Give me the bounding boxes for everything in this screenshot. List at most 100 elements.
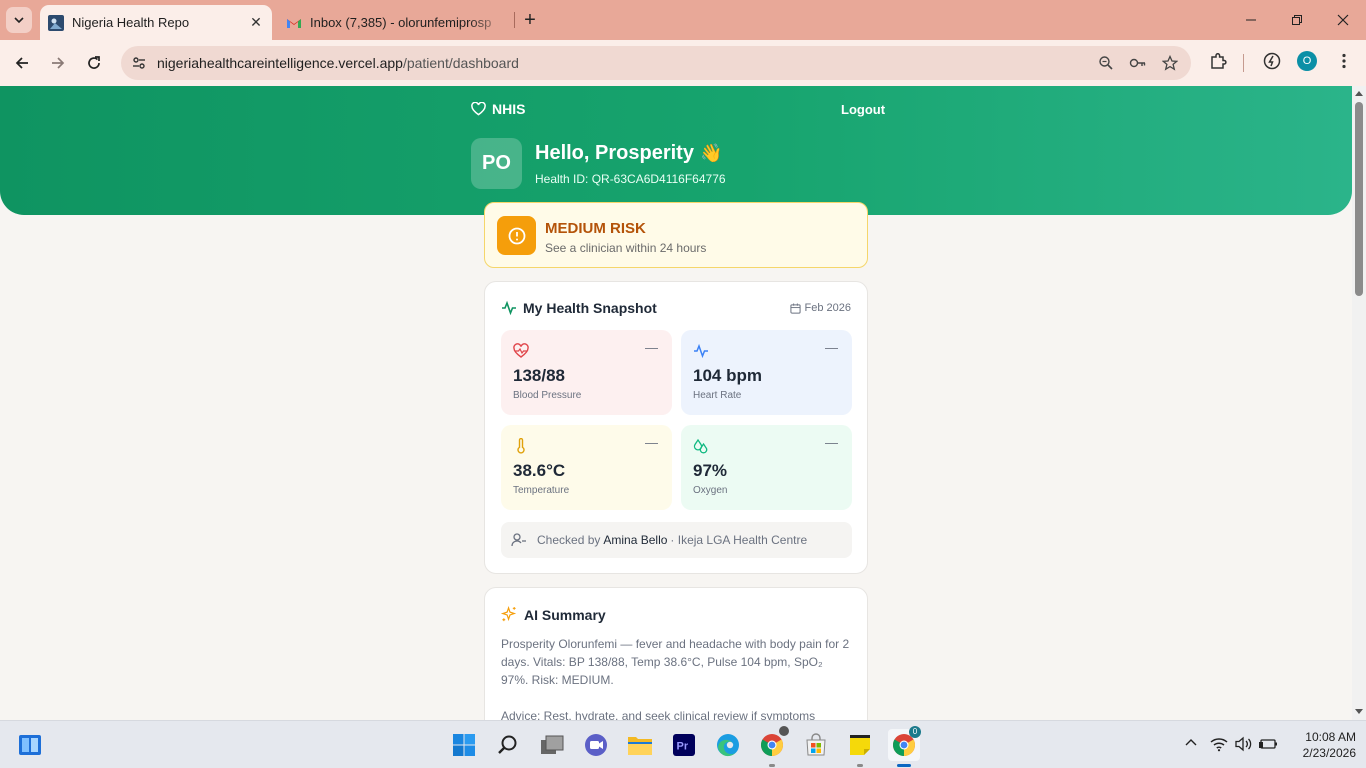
page-title: Hello, Prosperity 👋 bbox=[535, 142, 722, 165]
profile-button[interactable]: O bbox=[1297, 51, 1317, 71]
edge-browser-icon bbox=[717, 734, 739, 757]
extensions-button[interactable] bbox=[1208, 51, 1228, 71]
file-explorer-button[interactable] bbox=[624, 729, 656, 761]
vital-blood-pressure[interactable]: — 138/88 Blood Pressure bbox=[501, 330, 672, 415]
plus-icon: + bbox=[524, 8, 536, 31]
vital-heart-rate[interactable]: — 104 bpm Heart Rate bbox=[681, 330, 852, 415]
chrome-active-button[interactable]: 0 bbox=[888, 726, 921, 767]
snapshot-title: My Health Snapshot bbox=[523, 300, 657, 316]
close-icon[interactable]: ✕ bbox=[246, 13, 266, 33]
tab-title: Inbox (7,385) - olorunfemiprosp bbox=[310, 15, 492, 30]
arrow-left-icon bbox=[15, 57, 28, 69]
health-centre: · Ikeja LGA Health Centre bbox=[670, 533, 808, 547]
notification-badge: 0 bbox=[909, 726, 921, 738]
vital-temperature[interactable]: — 38.6°C Temperature bbox=[501, 425, 672, 510]
sparkles-icon bbox=[501, 606, 517, 622]
scroll-thumb[interactable] bbox=[1355, 102, 1363, 296]
tab-gmail-inbox[interactable]: Inbox (7,385) - olorunfemiprosp bbox=[278, 5, 508, 40]
vital-value: 97% bbox=[693, 461, 728, 480]
avatar: O bbox=[1297, 51, 1317, 71]
chrome-icon bbox=[761, 734, 783, 756]
performance-button[interactable] bbox=[1262, 51, 1282, 71]
clock-date: 2/23/2026 bbox=[1302, 746, 1356, 760]
teams-button[interactable] bbox=[580, 729, 612, 761]
browser-toolbar: nigeriahealthcareintelligence.vercel.app… bbox=[0, 40, 1366, 86]
tab-nigeria-health[interactable]: Nigeria Health Repo ✕ bbox=[40, 5, 272, 40]
restore-icon bbox=[1292, 15, 1302, 25]
brand-logo[interactable]: NHIS bbox=[471, 101, 525, 117]
task-view-button[interactable] bbox=[536, 729, 568, 761]
reload-button[interactable] bbox=[80, 49, 108, 77]
close-window-button[interactable] bbox=[1320, 0, 1366, 40]
checked-by-row: Checked by Amina Bello · Ikeja LGA Healt… bbox=[501, 522, 852, 558]
puzzle-icon bbox=[1211, 52, 1227, 69]
address-bar[interactable]: nigeriahealthcareintelligence.vercel.app… bbox=[121, 46, 1191, 80]
battery-status[interactable] bbox=[1258, 736, 1278, 752]
page-viewport: NHIS Logout PO Hello, Prosperity 👋 Health… bbox=[0, 86, 1352, 720]
sticky-note-icon bbox=[850, 735, 870, 755]
avatar: PO bbox=[471, 138, 522, 189]
restore-button[interactable] bbox=[1274, 0, 1320, 40]
alert-circle-icon bbox=[497, 216, 536, 255]
vital-label: Oxygen bbox=[693, 485, 728, 496]
chrome-profile-button[interactable] bbox=[756, 725, 790, 767]
summary-text: Prosperity Olorunfemi — fever and headac… bbox=[501, 637, 850, 687]
site-info-icon[interactable] bbox=[124, 48, 154, 78]
clock-time: 10:08 AM bbox=[1305, 730, 1356, 744]
taskbar-search-button[interactable] bbox=[492, 729, 524, 761]
network-status[interactable] bbox=[1210, 736, 1228, 752]
url-host: nigeriahealthcareintelligence.vercel.app bbox=[157, 55, 403, 71]
forward-button[interactable] bbox=[44, 49, 72, 77]
trend-indicator: — bbox=[825, 435, 838, 450]
page-scrollbar[interactable] bbox=[1352, 86, 1366, 720]
card-title: My Health Snapshot bbox=[501, 300, 657, 316]
premiere-pro-button[interactable]: Pr bbox=[668, 729, 700, 761]
speaker-icon bbox=[1235, 736, 1252, 752]
folder-icon bbox=[628, 737, 652, 755]
system-clock[interactable]: 10:08 AM 2/23/2026 bbox=[1284, 729, 1356, 761]
card-title: AI Summary bbox=[501, 606, 606, 623]
risk-advice: See a clinician within 24 hours bbox=[545, 241, 707, 255]
url-text[interactable]: nigeriahealthcareintelligence.vercel.app… bbox=[157, 55, 1095, 71]
show-hidden-icons-button[interactable] bbox=[1184, 736, 1198, 750]
widgets-icon bbox=[19, 735, 41, 755]
date-text: Feb 2026 bbox=[804, 302, 851, 314]
active-indicator bbox=[897, 764, 911, 767]
widgets-button[interactable] bbox=[14, 729, 46, 761]
trend-indicator: — bbox=[645, 340, 658, 355]
activity-icon bbox=[694, 343, 708, 359]
ai-summary-card: AI Summary Prosperity Olorunfemi — fever… bbox=[484, 587, 868, 720]
search-icon bbox=[498, 735, 517, 754]
tab-title: Nigeria Health Repo bbox=[72, 15, 190, 30]
scroll-down-arrow[interactable] bbox=[1355, 709, 1363, 714]
heart-pulse-icon bbox=[513, 343, 529, 358]
video-chat-icon bbox=[585, 734, 607, 756]
thermometer-icon bbox=[517, 438, 525, 454]
arrow-right-icon bbox=[52, 57, 65, 69]
logout-button[interactable]: Logout bbox=[841, 102, 885, 117]
chrome-menu-button[interactable] bbox=[1334, 51, 1354, 71]
tab-search-button[interactable] bbox=[6, 7, 32, 33]
scroll-up-arrow[interactable] bbox=[1355, 91, 1363, 96]
back-button[interactable] bbox=[8, 49, 36, 77]
start-button[interactable] bbox=[448, 729, 480, 761]
bookmark-star-icon[interactable] bbox=[1159, 52, 1181, 74]
vital-value: 138/88 bbox=[513, 366, 565, 385]
brand-name: NHIS bbox=[492, 101, 526, 117]
zoom-icon[interactable] bbox=[1095, 52, 1117, 74]
clinician-name: Amina Bello bbox=[603, 533, 668, 547]
sticky-notes-button[interactable] bbox=[844, 729, 876, 767]
windows-logo-icon bbox=[453, 734, 475, 756]
edge-button[interactable] bbox=[712, 729, 744, 761]
vital-value: 104 bpm bbox=[693, 366, 762, 385]
store-icon bbox=[806, 733, 826, 756]
microsoft-store-button[interactable] bbox=[800, 729, 832, 761]
minimize-button[interactable] bbox=[1228, 0, 1274, 40]
chevron-up-icon bbox=[1185, 739, 1197, 746]
running-indicator bbox=[857, 764, 863, 767]
volume-control[interactable] bbox=[1234, 736, 1252, 752]
new-tab-button[interactable]: + bbox=[518, 8, 542, 32]
password-key-icon[interactable] bbox=[1127, 52, 1149, 74]
battery-icon bbox=[1259, 739, 1277, 749]
vital-oxygen[interactable]: — 97% Oxygen bbox=[681, 425, 852, 510]
